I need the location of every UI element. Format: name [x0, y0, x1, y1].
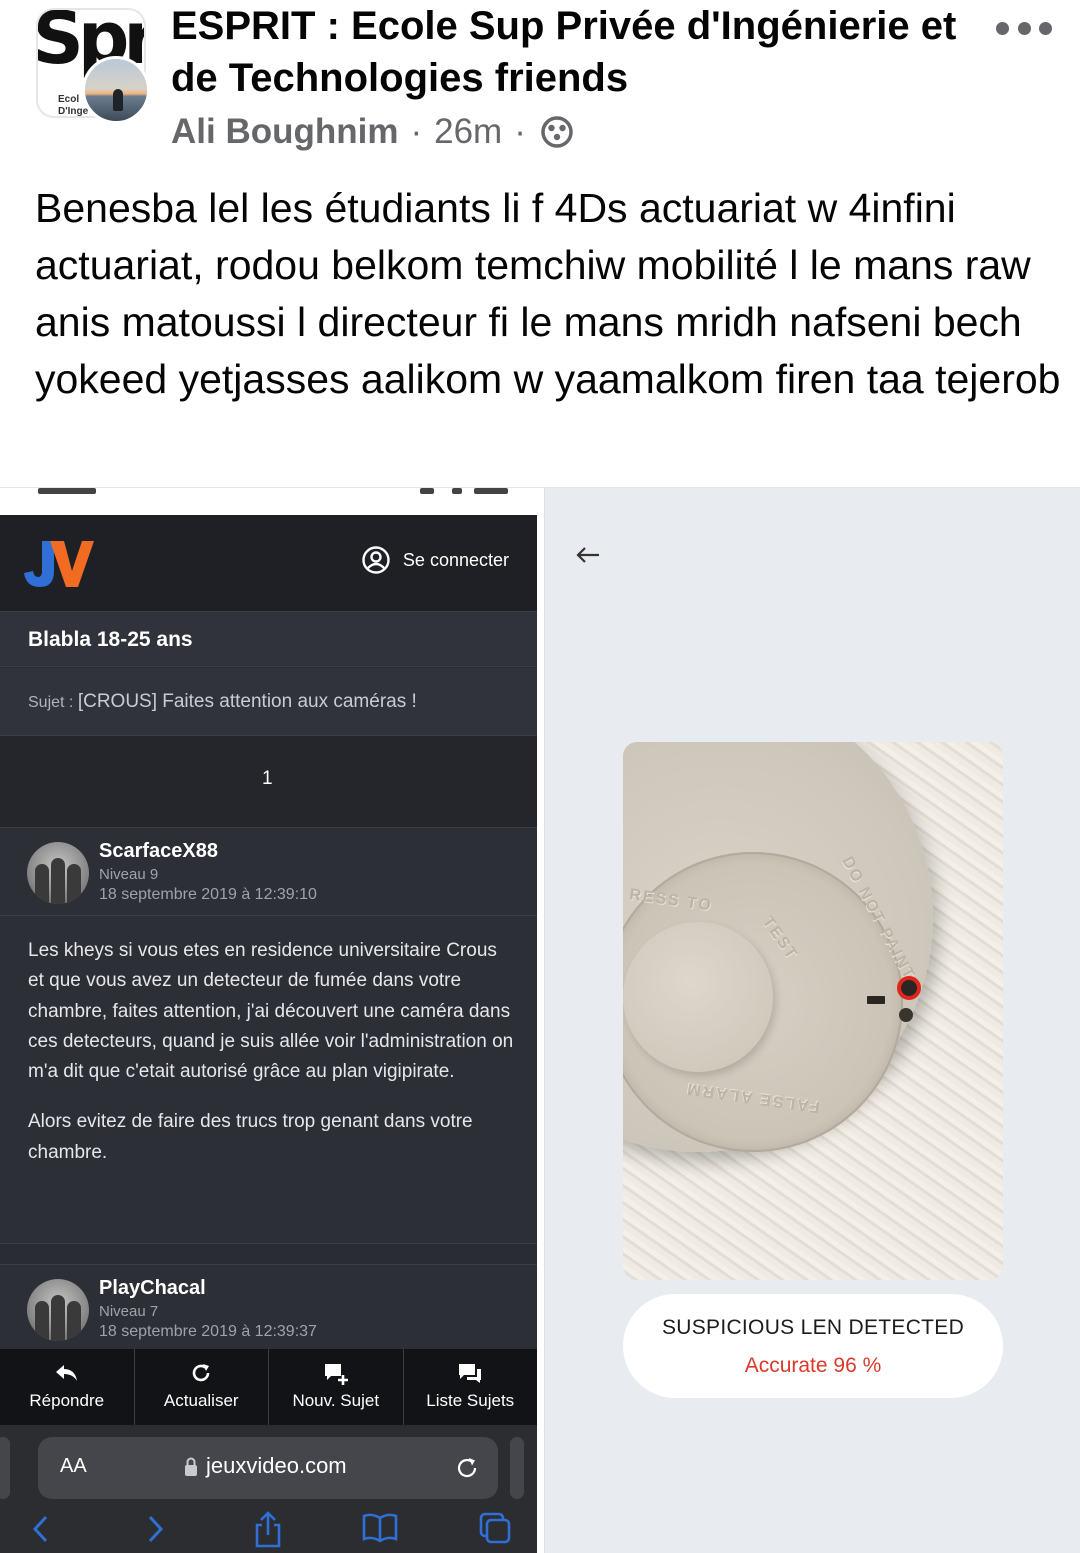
avatar[interactable]	[27, 842, 89, 904]
subject-prefix: Sujet :	[28, 694, 78, 711]
detected-lens-marker	[897, 976, 921, 1000]
message-paragraph: Les kheys si vous etes en residence univ…	[28, 940, 514, 1083]
jv-topbar: Se connecter	[0, 515, 537, 611]
post-time[interactable]: 26m	[434, 112, 502, 152]
topic-list-icon	[459, 1364, 482, 1383]
subject-title: [CROUS] Faites attention aux caméras !	[77, 691, 417, 712]
post-header: Spr Ecol D'Inge ESPRIT : Ecole Sup Privé…	[0, 0, 1080, 165]
detector-screenshot: RESS TO TEST DO NOT PAINT FALSE ALARM SU…	[544, 488, 1080, 1553]
reply-icon	[55, 1365, 77, 1381]
refresh-icon	[193, 1364, 210, 1382]
meta-separator: ·	[410, 112, 423, 151]
message-author[interactable]: ScarfaceX88	[99, 840, 218, 863]
reply-label: Répondre	[29, 1391, 105, 1410]
reload-icon[interactable]	[454, 1455, 480, 1481]
post-meta: Ali Boughnim · 26m ·	[171, 112, 574, 152]
lock-icon	[185, 1457, 197, 1476]
forum-message: PlayChacal Niveau 7 18 septembre 2019 à …	[0, 1264, 537, 1350]
result-title: SUSPICIOUS LEN DETECTED	[661, 1316, 965, 1339]
message-header: PlayChacal Niveau 7 18 septembre 2019 à …	[0, 1265, 537, 1353]
reader-options-button[interactable]: AA	[60, 1455, 87, 1478]
message-level: Niveau 7	[99, 1303, 159, 1320]
refresh-label: Actualiser	[163, 1391, 239, 1410]
url-domain: jeuxvideo.com	[206, 1453, 347, 1478]
subject-bar: Sujet : [CROUS] Faites attention aux cam…	[0, 668, 537, 736]
forum-message: ScarfaceX88 Niveau 9 18 septembre 2019 à…	[0, 828, 537, 1244]
back-icon[interactable]	[28, 1511, 54, 1547]
author-name-link[interactable]: Ali Boughnim	[171, 112, 398, 152]
author-avatar[interactable]	[82, 56, 150, 124]
jv-toolbar: Répondre Actualiser Nouv. Sujet Liste Su…	[0, 1349, 537, 1425]
forum-title-label: Blabla 18-25 ans	[28, 628, 193, 651]
new-topic-icon	[324, 1364, 348, 1385]
reply-button[interactable]: Répondre	[0, 1349, 135, 1425]
login-button[interactable]: Se connecter	[361, 545, 509, 575]
group-audience-icon	[541, 116, 573, 148]
smoke-detector-photo: RESS TO TEST DO NOT PAINT FALSE ALARM	[623, 742, 1003, 1280]
message-level: Niveau 9	[99, 866, 159, 883]
jv-screenshot: Se connecter Blabla 18-25 ans Sujet : [C…	[0, 488, 537, 1553]
previous-tab-edge[interactable]	[0, 1437, 10, 1499]
new-topic-button[interactable]: Nouv. Sujet	[269, 1349, 404, 1425]
message-date[interactable]: 18 septembre 2019 à 12:39:10	[99, 886, 317, 904]
group-name-link[interactable]: ESPRIT : Ecole Sup Privée d'Ingénierie e…	[171, 0, 971, 104]
jv-logo-icon[interactable]	[20, 535, 94, 591]
forum-title[interactable]: Blabla 18-25 ans	[0, 611, 537, 667]
back-arrow-icon[interactable]	[573, 540, 603, 570]
page-number[interactable]: 1	[262, 768, 273, 790]
accuracy-label: Accurate 96 %	[744, 1354, 882, 1377]
user-icon	[362, 546, 390, 574]
share-icon[interactable]	[252, 1511, 284, 1549]
tabs-icon[interactable]	[478, 1511, 512, 1545]
message-body: Les kheys si vous etes en residence univ…	[28, 936, 518, 1168]
forward-icon[interactable]	[142, 1511, 168, 1547]
refresh-button[interactable]: Actualiser	[135, 1349, 269, 1425]
login-label: Se connecter	[402, 549, 509, 570]
avatar[interactable]	[27, 1279, 89, 1341]
message-header: ScarfaceX88 Niveau 9 18 septembre 2019 à…	[0, 828, 537, 916]
message-author[interactable]: PlayChacal	[99, 1277, 206, 1300]
topic-list-button[interactable]: Liste Sujets	[404, 1349, 538, 1425]
safari-chrome: AA jeuxvideo.com	[0, 1425, 537, 1553]
new-topic-label: Nouv. Sujet	[292, 1391, 380, 1410]
message-date[interactable]: 18 septembre 2019 à 12:39:37	[99, 1323, 317, 1341]
browser-nav	[0, 1509, 537, 1553]
bookmarks-icon[interactable]	[362, 1511, 398, 1543]
next-tab-edge[interactable]	[510, 1437, 524, 1499]
message-paragraph: Alors evitez de faire des trucs trop gen…	[28, 1111, 473, 1163]
meta-separator-2: ·	[514, 112, 526, 151]
more-options-icon[interactable]	[996, 18, 1052, 38]
status-bar	[0, 488, 537, 515]
address-bar[interactable]: AA jeuxvideo.com	[38, 1437, 498, 1499]
detection-result: SUSPICIOUS LEN DETECTED Accurate 96 %	[623, 1294, 1003, 1398]
post-text: Benesba lel les étudiants li f 4Ds actua…	[35, 185, 1061, 402]
topic-list-label: Liste Sujets	[426, 1391, 515, 1410]
pagination: 1	[0, 736, 537, 828]
